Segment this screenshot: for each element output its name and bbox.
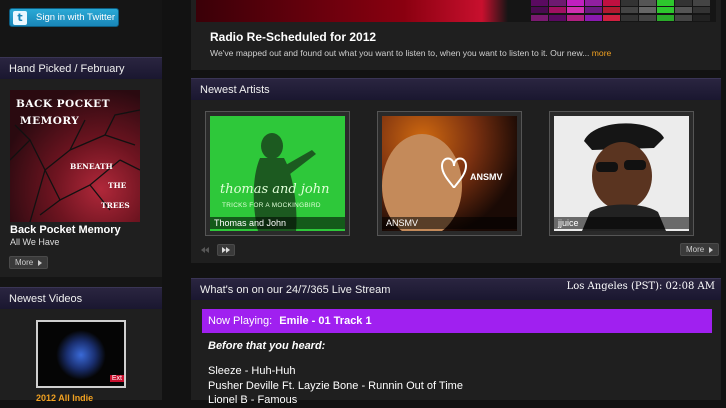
hand-picked-more-button[interactable]: More (9, 256, 49, 269)
article-title-link[interactable]: Radio Re-Scheduled for 2012 (210, 30, 376, 44)
artist-photo-jjuice (554, 116, 689, 231)
artists-more-label: More (686, 244, 705, 254)
artist-card-thomas-and-john[interactable]: thomas and john TRICKS FOR A MOCKINGBIRD… (205, 111, 350, 236)
article-description-text: We've mapped out and found out what you … (210, 48, 590, 58)
stream-local-time: Los Angeles (PST): 02:08 AM (566, 281, 715, 292)
artist-art-name: thomas and john (220, 182, 330, 197)
album-cover-image[interactable]: BACK POCKET MEMORY BENEATH THE TREES (10, 90, 140, 222)
artist-art-subtitle: TRICKS FOR A MOCKINGBIRD (222, 202, 321, 209)
artist-name: jjuice (554, 217, 689, 229)
article-banner-image[interactable] (196, 0, 716, 22)
album-cover-title-line2: MEMORY (20, 115, 80, 127)
artist-figure-illustration (253, 133, 316, 231)
play-arrow-icon (709, 246, 714, 253)
album-cover-subtitle-3: TREES (101, 201, 130, 210)
pager-prev-button[interactable] (201, 247, 209, 253)
artist-name: Thomas and John (210, 217, 345, 229)
artist-art-logo-text: ANSMV (470, 172, 503, 182)
artist-card-jjuice[interactable]: jjuice (549, 111, 694, 236)
play-history-list: Sleeze - Huh-Huh Pusher Deville Ft. Layz… (208, 364, 463, 408)
twitter-signin-label: Sign in with Twitter (36, 12, 116, 23)
video-thumbnail[interactable]: Ext (36, 320, 126, 388)
now-playing-label: Now Playing: (208, 315, 273, 327)
pager-next-button[interactable] (217, 244, 235, 256)
album-artist: All We Have (10, 237, 60, 247)
now-playing-bar: Now Playing: Emile - 01 Track 1 (202, 309, 712, 333)
banner-schedule-grid (531, 0, 716, 22)
hand-picked-header: Hand Picked / February (0, 57, 162, 79)
portrait-illustration (582, 123, 666, 231)
list-item: Sleeze - Huh-Huh (208, 365, 296, 377)
artist-photo-ansmv: ANSMV (382, 116, 517, 231)
album-cover-subtitle-2: THE (108, 181, 127, 190)
newest-videos-header: Newest Videos (0, 287, 162, 309)
artist-photo-thomas-and-john: thomas and john TRICKS FOR A MOCKINGBIRD (210, 116, 345, 231)
artist-name: ANSMV (382, 217, 517, 229)
artists-pager (201, 244, 235, 256)
now-playing-track: Emile - 01 Track 1 (279, 315, 372, 327)
video-badge: Ext (109, 375, 124, 382)
video-glow-art (56, 330, 106, 380)
play-arrow-icon (38, 259, 43, 266)
article-description: We've mapped out and found out what you … (210, 48, 611, 58)
twitter-signin-button[interactable]: t Sign in with Twitter (9, 8, 119, 27)
list-item: Lionel B - Famous (208, 394, 298, 406)
album-name-link[interactable]: Back Pocket Memory (10, 224, 121, 236)
twitter-icon: t (13, 10, 27, 25)
album-cover-subtitle-1: BENEATH (70, 162, 113, 171)
album-cover-title-line1: BACK POCKET (16, 98, 111, 110)
artists-more-button[interactable]: More (680, 243, 720, 256)
hand-picked-more-label: More (15, 257, 34, 267)
video-title-link[interactable]: 2012 All Indie (36, 393, 93, 403)
article-more-link[interactable]: more (592, 48, 612, 58)
newest-artists-header: Newest Artists (191, 78, 721, 100)
left-sidebar: t Sign in with Twitter Hand Picked / Feb… (0, 0, 162, 403)
artist-card-ansmv[interactable]: ANSMV ANSMV (377, 111, 522, 236)
play-history-label: Before that you heard: (208, 340, 326, 352)
list-item: Pusher Deville Ft. Layzie Bone - Runnin … (208, 379, 463, 392)
